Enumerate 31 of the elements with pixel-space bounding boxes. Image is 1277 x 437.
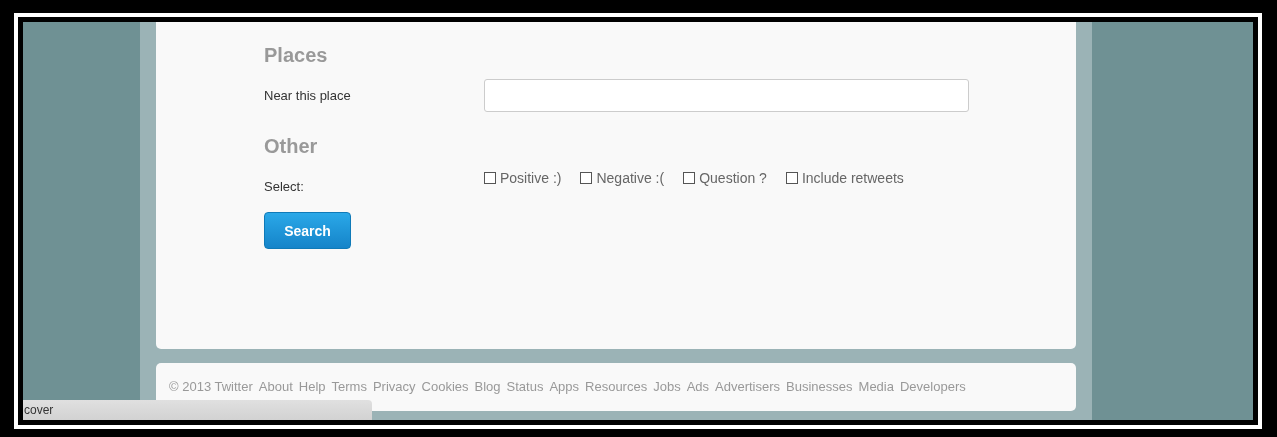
- input-field[interactable]: [484, 79, 969, 112]
- footer-link[interactable]: Cookies: [421, 378, 469, 394]
- footer-link[interactable]: About: [258, 378, 293, 394]
- footer-link[interactable]: Media: [858, 378, 894, 394]
- checkbox[interactable]: [484, 172, 496, 184]
- footer-link[interactable]: Status: [506, 378, 544, 394]
- field-label: Select:: [264, 177, 305, 194]
- footer-link[interactable]: Blog: [474, 378, 501, 394]
- footer-link[interactable]: Jobs: [653, 378, 681, 394]
- checkbox-label[interactable]: Negative :(: [596, 170, 665, 186]
- copyright-text: © 2013 Twitter: [169, 378, 253, 394]
- footer-link[interactable]: Terms: [331, 378, 367, 394]
- footer-link[interactable]: Apps: [549, 378, 580, 394]
- checkbox-label[interactable]: Include retweets: [801, 170, 904, 186]
- status-bar: cover: [23, 400, 372, 420]
- section-heading: Other: [264, 134, 319, 158]
- footer-link[interactable]: Advertisers: [715, 378, 781, 394]
- field-label: Near this place: [264, 88, 352, 103]
- footer-link[interactable]: Privacy: [372, 378, 416, 394]
- footer-link[interactable]: Ads: [686, 378, 710, 394]
- section-heading: Places: [264, 43, 329, 67]
- checkbox[interactable]: [580, 172, 593, 184]
- checkbox[interactable]: [785, 172, 798, 184]
- footer-link[interactable]: Developers: [900, 378, 966, 394]
- checkbox[interactable]: [683, 172, 696, 184]
- footer-link[interactable]: Businesses: [786, 378, 853, 394]
- checkbox-label[interactable]: Positive :): [500, 170, 562, 186]
- footer-link[interactable]: Help: [298, 378, 326, 394]
- checkbox-label[interactable]: Question ?: [699, 170, 767, 186]
- search-button[interactable]: Search: [264, 212, 351, 249]
- footer-link[interactable]: Resources: [585, 378, 648, 394]
